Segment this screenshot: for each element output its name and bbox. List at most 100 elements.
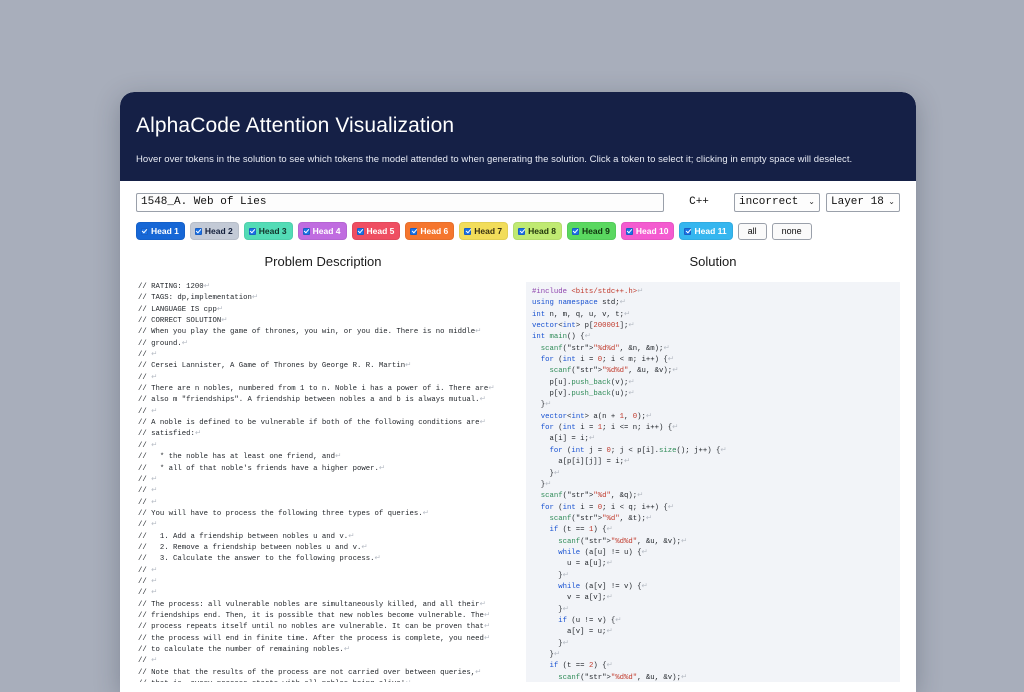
checkbox-icon[interactable] bbox=[684, 227, 692, 235]
code-line[interactable]: for (int i = 0; i < m; i++) {↵ bbox=[532, 356, 674, 364]
code-line[interactable]: int n, m, q, u, v, t;↵ bbox=[532, 311, 630, 319]
code-line[interactable]: // ↵ bbox=[138, 408, 157, 416]
code-line[interactable]: // LANGUAGE IS cpp↵ bbox=[138, 306, 223, 314]
code-line[interactable]: scanf("str">"%d%d" bbox=[532, 345, 620, 353]
code-line[interactable]: // the process will end in finite time. … bbox=[138, 635, 490, 643]
head-toggle-11[interactable]: Head 11 bbox=[679, 222, 733, 240]
code-line[interactable]: // * the noble has at least one friend, … bbox=[138, 453, 341, 461]
head-toggle-7[interactable]: Head 7 bbox=[459, 222, 509, 240]
code-line[interactable]: p[v].push_back(u);↵ bbox=[532, 390, 635, 398]
code-line[interactable]: }↵ bbox=[532, 606, 569, 614]
code-line[interactable]: a[i] = i;↵ bbox=[532, 435, 596, 443]
code-line[interactable]: // ↵ bbox=[138, 521, 157, 529]
head-toggle-4[interactable]: Head 4 bbox=[297, 222, 347, 240]
head-toggle-1[interactable]: Head 1 bbox=[136, 222, 185, 240]
checkbox-icon[interactable] bbox=[302, 227, 310, 235]
code-line[interactable]: // ↵ bbox=[138, 351, 157, 359]
code-line[interactable]: // 1. Add a friendship between nobles u … bbox=[138, 533, 354, 541]
code-line[interactable]: // Cersei Lannister, A Game of Thrones b… bbox=[138, 362, 411, 370]
code-line[interactable]: // ↵ bbox=[138, 578, 157, 586]
code-line[interactable]: // ground.↵ bbox=[138, 340, 188, 348]
checkbox-icon[interactable] bbox=[248, 227, 256, 235]
code-line[interactable]: p[u].push_back(v);↵ bbox=[532, 379, 635, 387]
checkbox-icon[interactable] bbox=[625, 227, 633, 235]
code-line[interactable]: // 3. Calculate the answer to the follow… bbox=[138, 555, 381, 563]
code-line[interactable]: // CORRECT SOLUTION↵ bbox=[138, 317, 227, 325]
head-toggle-9[interactable]: Head 9 bbox=[567, 222, 616, 240]
code-line[interactable]: // ↵ bbox=[138, 476, 157, 484]
code-line[interactable]: // process repeats itself until no noble… bbox=[138, 623, 490, 631]
code-line[interactable]: a[v] = u;↵ bbox=[532, 628, 613, 636]
code-line[interactable]: // TAGS: dp,implementation↵ bbox=[138, 294, 258, 302]
code-line[interactable]: // ↵ bbox=[138, 589, 157, 597]
problem-select[interactable]: 1548_A. Web of Lies bbox=[136, 193, 664, 212]
code-line[interactable]: // ↵ bbox=[138, 442, 157, 450]
code-line[interactable]: if (t == 2) {↵ bbox=[532, 662, 613, 670]
head-toggle-3[interactable]: Head 3 bbox=[243, 222, 293, 240]
code-line[interactable]: // The process: all vulnerable nobles ar… bbox=[138, 601, 486, 609]
code-line[interactable]: scanf("str">"%d%d" bbox=[532, 674, 637, 682]
checkbox-icon[interactable] bbox=[572, 227, 579, 235]
code-line[interactable]: // You will have to process the followin… bbox=[138, 510, 429, 518]
checkbox-icon[interactable] bbox=[464, 227, 472, 235]
checkbox-icon[interactable] bbox=[141, 227, 148, 235]
checkbox-icon[interactable] bbox=[194, 227, 202, 235]
code-line[interactable]: // When you play the game of thrones, yo… bbox=[138, 328, 481, 336]
code-line[interactable]: scanf("str">"%d" bbox=[532, 515, 620, 523]
code-line[interactable]: // satisfied:↵ bbox=[138, 430, 201, 438]
code-line[interactable]: // A noble is defined to be vulnerable i… bbox=[138, 419, 486, 427]
problem-description-code[interactable]: // RATING: 1200↵ // TAGS: dp,implementat… bbox=[136, 282, 510, 682]
code-line[interactable]: // that is, every process starts with al… bbox=[138, 680, 411, 682]
select-all-heads-button[interactable]: all bbox=[737, 222, 767, 240]
select-none-heads-button[interactable]: none bbox=[771, 222, 812, 240]
code-line[interactable]: v = a[v];↵ bbox=[532, 594, 613, 602]
head-toggle-6[interactable]: Head 6 bbox=[405, 222, 455, 240]
code-line[interactable]: // * all of that noble's friends have a … bbox=[138, 465, 385, 473]
code-line[interactable]: // ↵ bbox=[138, 567, 157, 575]
checkbox-icon[interactable] bbox=[518, 227, 526, 235]
code-line[interactable]: if (u != v) {↵ bbox=[532, 617, 621, 625]
head-toggle-5[interactable]: Head 5 bbox=[351, 222, 401, 240]
code-line[interactable]: u = a[u];↵ bbox=[532, 560, 613, 568]
code-line[interactable]: vector<int> p[200001];↵ bbox=[532, 322, 635, 330]
head-toggle-10[interactable]: Head 10 bbox=[620, 222, 675, 240]
code-line[interactable]: }↵ bbox=[532, 470, 561, 478]
code-line[interactable]: scanf("str">"%d%d" bbox=[532, 367, 629, 375]
code-line[interactable]: for (int i = 1; i <= n; i++) {↵ bbox=[532, 424, 679, 432]
code-line[interactable]: vector<int> a(n + 1, 0);↵ bbox=[532, 413, 652, 421]
code-line[interactable]: // also m "friendships". A friendship be… bbox=[138, 396, 486, 404]
code-line[interactable]: }↵ bbox=[532, 572, 569, 580]
code-line[interactable]: }↵ bbox=[532, 401, 552, 409]
checkbox-icon[interactable] bbox=[410, 227, 418, 235]
head-toggle-8[interactable]: Head 8 bbox=[513, 222, 562, 240]
code-line[interactable]: // There are n nobles, numbered from 1 t… bbox=[138, 385, 494, 393]
code-line[interactable]: // RATING: 1200↵ bbox=[138, 283, 210, 291]
code-line[interactable]: scanf("str">"%d%d" bbox=[532, 538, 637, 546]
code-line[interactable]: a[p[i][j]] = i;↵ bbox=[532, 458, 630, 466]
code-line[interactable]: while (a[u] != u) {↵ bbox=[532, 549, 647, 557]
code-line[interactable]: }↵ bbox=[532, 640, 569, 648]
layer-select[interactable]: Layer 18 ⌄ bbox=[826, 193, 900, 212]
code-line[interactable]: for (int i = 0; i < q; i++) {↵ bbox=[532, 504, 674, 512]
verdict-select[interactable]: incorrect ⌄ bbox=[734, 193, 820, 212]
code-line[interactable]: }↵ bbox=[532, 651, 561, 659]
code-line[interactable]: // ↵ bbox=[138, 374, 157, 382]
code-line[interactable]: int main() {↵ bbox=[532, 333, 591, 341]
code-line[interactable]: while (a[v] != v) {↵ bbox=[532, 583, 647, 591]
code-line[interactable]: // Note that the results of the process … bbox=[138, 669, 481, 677]
code-line[interactable]: }↵ bbox=[532, 481, 552, 489]
solution-code[interactable]: #include <bits/stdc++.h>↵ using namespac… bbox=[526, 282, 900, 682]
code-line[interactable]: using namespace std;↵ bbox=[532, 299, 626, 307]
code-line[interactable]: // to calculate the number of remaining … bbox=[138, 646, 350, 654]
checkbox-icon[interactable] bbox=[356, 227, 364, 235]
code-line[interactable]: // 2. Remove a friendship between nobles… bbox=[138, 544, 367, 552]
code-line[interactable]: for (int j = 0; j < p[i].size(); j++) {↵ bbox=[532, 447, 727, 455]
code-line[interactable]: // ↵ bbox=[138, 487, 157, 495]
code-line[interactable]: // ↵ bbox=[138, 657, 157, 665]
code-line[interactable]: // friendships end. Then, it is possible… bbox=[138, 612, 490, 620]
code-line[interactable]: #include <bits/stdc++.h>↵ bbox=[532, 288, 643, 296]
code-line[interactable]: scanf("str">"%d" bbox=[532, 492, 611, 500]
head-toggle-2[interactable]: Head 2 bbox=[189, 222, 239, 240]
code-line[interactable]: // ↵ bbox=[138, 499, 157, 507]
code-line[interactable]: if (t == 1) {↵ bbox=[532, 526, 613, 534]
